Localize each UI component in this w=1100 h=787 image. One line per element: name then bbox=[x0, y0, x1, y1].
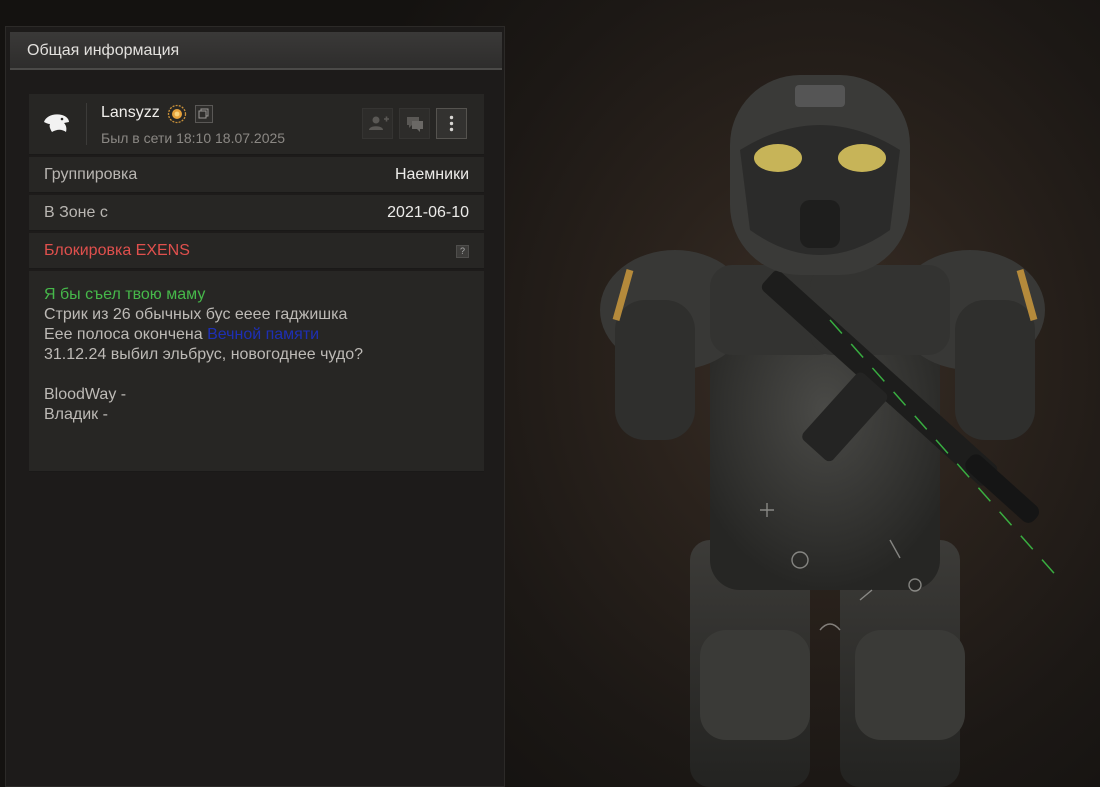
username: Lansyzz bbox=[101, 104, 160, 121]
zone-since-row: В Зоне с 2021-06-10 bbox=[29, 195, 484, 231]
message-button[interactable] bbox=[399, 108, 430, 139]
game-screen: Общая информация Lansyzz Был в сети 18:1… bbox=[0, 0, 1100, 787]
bio-line: Владик - bbox=[44, 406, 108, 423]
divider bbox=[86, 103, 87, 145]
bio-line: 31.12.24 выбил эльбрус, новогоднее чудо? bbox=[44, 346, 364, 363]
panel-header: Общая информация bbox=[10, 32, 502, 70]
character-model bbox=[600, 75, 1061, 787]
block-row: Блокировка EXENS ? bbox=[29, 233, 484, 269]
profile-card: Lansyzz Был в сети 18:10 18.07.2025 bbox=[29, 94, 484, 155]
block-label: Блокировка EXENS bbox=[44, 242, 190, 259]
panel-title: Общая информация bbox=[27, 42, 180, 59]
sun-badge-icon bbox=[167, 104, 187, 124]
general-info-panel: Общая информация Lansyzz Был в сети 18:1… bbox=[5, 26, 505, 787]
bio-line: Стрик из 26 обычных бус ееее гаджишка bbox=[44, 306, 348, 323]
faction-row: Группировка Наемники bbox=[29, 157, 484, 193]
bio-card: Я бы съел твою маму Стрик из 26 обычных … bbox=[29, 271, 484, 472]
message-icon bbox=[407, 117, 423, 132]
copy-icon[interactable] bbox=[195, 105, 213, 123]
bio-link[interactable]: Вечной памяти bbox=[207, 326, 319, 343]
bio-line-text: Еее полоса окончена bbox=[44, 326, 203, 343]
more-icon bbox=[449, 115, 454, 132]
add-friend-button[interactable] bbox=[362, 108, 393, 139]
zone-since-value: 2021-06-10 bbox=[387, 204, 469, 221]
bio-line: Еее полоса окончена Вечной памяти bbox=[44, 325, 363, 345]
faction-label: Группировка bbox=[44, 166, 138, 183]
zone-since-label: В Зоне с bbox=[44, 204, 108, 221]
more-options-button[interactable] bbox=[436, 108, 467, 139]
last-seen-text: Был в сети 18:10 18.07.2025 bbox=[101, 130, 286, 146]
bio-text: Я бы съел твою маму Стрик из 26 обычных … bbox=[44, 285, 363, 425]
bio-line: BloodWay - bbox=[44, 386, 127, 403]
bio-line: Я бы съел твою маму bbox=[44, 286, 206, 303]
help-icon[interactable]: ? bbox=[456, 245, 469, 258]
faction-value: Наемники bbox=[394, 166, 469, 183]
add-friend-icon bbox=[369, 116, 389, 130]
eagle-logo-icon bbox=[44, 114, 69, 132]
